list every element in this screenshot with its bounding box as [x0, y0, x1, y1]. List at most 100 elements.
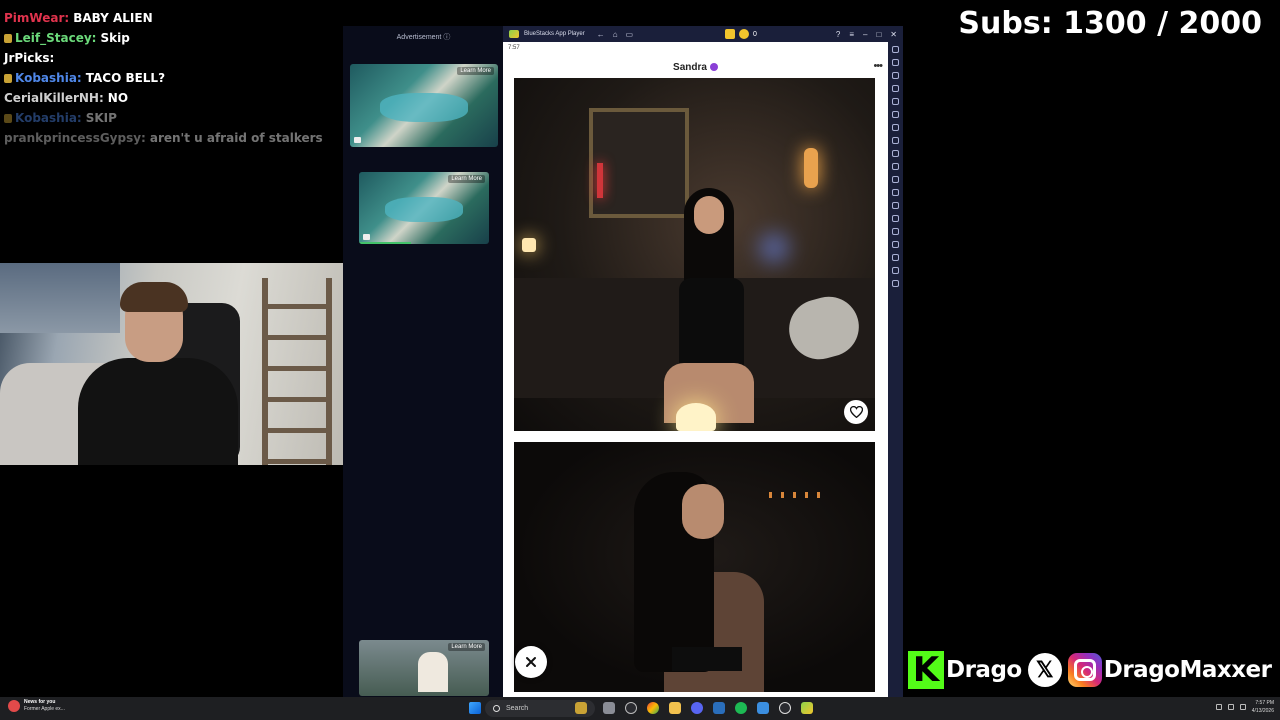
- emulator-tool-icon[interactable]: [892, 254, 899, 261]
- search-placeholder: Search: [506, 705, 529, 712]
- ad-progress: [359, 242, 411, 244]
- emulator-tool-icon[interactable]: [892, 176, 899, 183]
- emulator-tool-icon[interactable]: [892, 189, 899, 196]
- ad-panel: Advertisement ⓘ Learn More Learn More Le…: [343, 26, 504, 698]
- emulator-tool-icon[interactable]: [892, 72, 899, 79]
- chat-username: prankprincessGypsy:: [4, 131, 146, 145]
- emulator-tool-icon[interactable]: [892, 241, 899, 248]
- profile-photo: [514, 78, 875, 431]
- instagram-handle: DragoMaxxer: [1103, 657, 1272, 683]
- ad-panel-title: Advertisement ⓘ: [396, 34, 451, 41]
- rewards-icon[interactable]: [725, 29, 735, 39]
- window-controls: ? ≡ – □ ✕: [836, 30, 897, 39]
- clock[interactable]: 7:57 PM 4/13/2026: [1252, 699, 1274, 715]
- ad-banner[interactable]: Learn More: [359, 640, 489, 696]
- emulator-tool-icon[interactable]: [892, 124, 899, 131]
- home-icon[interactable]: ⌂: [613, 30, 618, 39]
- ad-banner[interactable]: Learn More: [359, 172, 489, 244]
- spotify-icon[interactable]: [735, 702, 747, 714]
- learn-more-link[interactable]: Learn More: [448, 175, 485, 183]
- profile-photo: [514, 442, 875, 692]
- help-icon[interactable]: ?: [836, 30, 840, 39]
- profile-header: Sandra •••: [503, 56, 888, 78]
- mute-icon[interactable]: [363, 234, 370, 240]
- mute-icon[interactable]: [354, 137, 361, 143]
- like-button[interactable]: [844, 400, 868, 424]
- chat-username: Leif_Stacey:: [15, 31, 97, 45]
- back-icon[interactable]: ←: [597, 30, 605, 39]
- chat-username: JrPicks:: [4, 51, 55, 65]
- file-explorer-icon[interactable]: [669, 702, 681, 714]
- news-widget[interactable]: News for you Former Apple ex...: [8, 699, 65, 713]
- github-icon[interactable]: [625, 702, 637, 714]
- subs-counter: Subs: 1300 / 2000: [958, 6, 1262, 41]
- status-time: 7:57: [508, 45, 520, 51]
- webcam-ladder: [262, 278, 332, 465]
- clock-date: 4/13/2026: [1251, 708, 1274, 714]
- emulator-tool-icon[interactable]: [892, 202, 899, 209]
- bluestacks-logo-icon: [509, 30, 519, 38]
- emulator-titlebar: BlueStacks App Player ← ⌂ ▭ 0 ? ≡ – □ ✕: [503, 26, 903, 42]
- chat-message: JrPicks:: [0, 48, 340, 68]
- volume-icon[interactable]: [1239, 704, 1246, 710]
- maximize-button[interactable]: □: [876, 30, 881, 39]
- learn-more-link[interactable]: Learn More: [457, 67, 494, 75]
- window-title: BlueStacks App Player: [524, 31, 585, 37]
- android-statusbar: 7:57: [503, 42, 888, 54]
- wifi-icon[interactable]: [1227, 704, 1234, 710]
- socials-banner: K Drago 𝕏 DragoMaxxer: [908, 650, 1272, 690]
- ad-banner[interactable]: Learn More: [350, 64, 498, 147]
- obs-icon[interactable]: [779, 702, 791, 714]
- chat-message: Kobashia: TACO BELL?: [0, 68, 340, 88]
- clock-time: 7:57 PM: [1255, 700, 1274, 706]
- emulator-tool-icon[interactable]: [892, 111, 899, 118]
- chrome-icon[interactable]: [647, 702, 659, 714]
- recent-apps-icon[interactable]: ▭: [626, 30, 634, 39]
- steam-icon[interactable]: [713, 702, 725, 714]
- task-view-icon[interactable]: [603, 702, 615, 714]
- emulator-tool-icon[interactable]: [892, 85, 899, 92]
- chat-overlay: PimWear: BABY ALIEN Leif_Stacey: Skip JrPick…: [0, 8, 340, 168]
- chat-text: Skip: [100, 31, 130, 45]
- kick-logo-icon: K: [908, 650, 944, 690]
- emulator-tool-icon[interactable]: [892, 46, 899, 53]
- coin-counter[interactable]: 0: [725, 29, 757, 39]
- emulator-tool-icon[interactable]: [892, 150, 899, 157]
- emulator-tool-icon[interactable]: [892, 163, 899, 170]
- dismiss-button[interactable]: [515, 646, 547, 678]
- menu-icon[interactable]: ≡: [849, 30, 854, 39]
- minimize-button[interactable]: –: [863, 30, 867, 39]
- chat-text: BABY ALIEN: [73, 11, 153, 25]
- chat-username: Kobashia:: [15, 111, 82, 125]
- chevron-up-icon[interactable]: [1215, 704, 1222, 710]
- instagram-logo-icon: [1067, 653, 1102, 687]
- notepad-icon[interactable]: [757, 702, 769, 714]
- close-button[interactable]: ✕: [890, 30, 897, 39]
- emulator-tool-icon[interactable]: [892, 215, 899, 222]
- emulator-tool-icon[interactable]: [892, 228, 899, 235]
- verified-badge-icon: [709, 63, 718, 71]
- chat-message: Leif_Stacey: Skip: [0, 28, 340, 48]
- emulator-tool-icon[interactable]: [892, 267, 899, 274]
- discord-icon[interactable]: [691, 702, 703, 714]
- bluestacks-icon[interactable]: [801, 702, 813, 714]
- system-tray: 7:57 PM 4/13/2026: [1215, 699, 1274, 715]
- chat-text: NO: [107, 91, 129, 105]
- kick-handle: Drago: [946, 657, 1022, 683]
- sub-badge-icon: [4, 33, 12, 43]
- start-button-icon[interactable]: [469, 702, 481, 714]
- x-logo-icon: 𝕏: [1027, 653, 1062, 687]
- chat-username: PimWear:: [4, 11, 70, 25]
- coin-icon: [739, 29, 749, 39]
- emulator-window: BlueStacks App Player ← ⌂ ▭ 0 ? ≡ – □ ✕ …: [503, 26, 903, 698]
- taskbar-app-icon[interactable]: [575, 702, 587, 714]
- news-icon: [8, 700, 20, 712]
- heart-icon: [849, 406, 863, 418]
- emulator-tool-icon[interactable]: [892, 137, 899, 144]
- emulator-tool-icon[interactable]: [892, 280, 899, 287]
- more-options-button[interactable]: •••: [873, 60, 883, 72]
- learn-more-link[interactable]: Learn More: [448, 643, 485, 651]
- emulator-tool-icon[interactable]: [892, 98, 899, 105]
- emulator-tool-icon[interactable]: [892, 59, 899, 66]
- chat-username: Kobashia:: [15, 71, 82, 85]
